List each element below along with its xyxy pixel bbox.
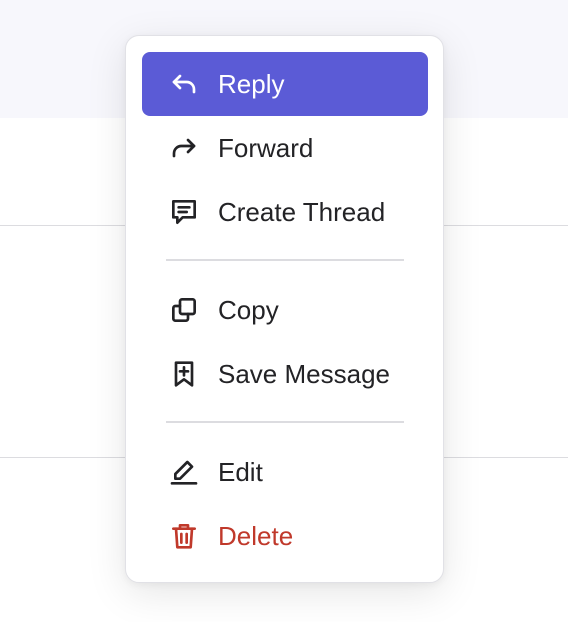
pencil-icon (167, 455, 201, 489)
message-context-menu: Reply Forward Create Thread Copy Save Me… (125, 35, 444, 583)
menu-item-label: Edit (218, 456, 263, 487)
menu-item-forward[interactable]: Forward (142, 116, 428, 180)
menu-item-label: Copy (218, 294, 279, 325)
menu-item-copy[interactable]: Copy (142, 278, 428, 342)
menu-item-edit[interactable]: Edit (142, 440, 428, 504)
menu-item-label: Forward (218, 132, 314, 163)
copy-icon (167, 293, 201, 327)
menu-item-label: Delete (218, 520, 294, 551)
menu-item-save-message[interactable]: Save Message (142, 342, 428, 406)
menu-item-label: Save Message (218, 358, 390, 389)
menu-item-label: Create Thread (218, 196, 386, 227)
forward-icon (167, 131, 201, 165)
menu-item-label: Reply (218, 68, 285, 99)
trash-icon (167, 519, 201, 553)
reply-icon (167, 67, 201, 101)
bookmark-plus-icon (167, 357, 201, 391)
menu-item-create-thread[interactable]: Create Thread (142, 180, 428, 244)
thread-icon (167, 195, 201, 229)
menu-item-delete[interactable]: Delete (142, 504, 428, 568)
menu-divider (166, 421, 404, 423)
menu-divider (166, 259, 404, 261)
menu-item-reply[interactable]: Reply (142, 52, 428, 116)
